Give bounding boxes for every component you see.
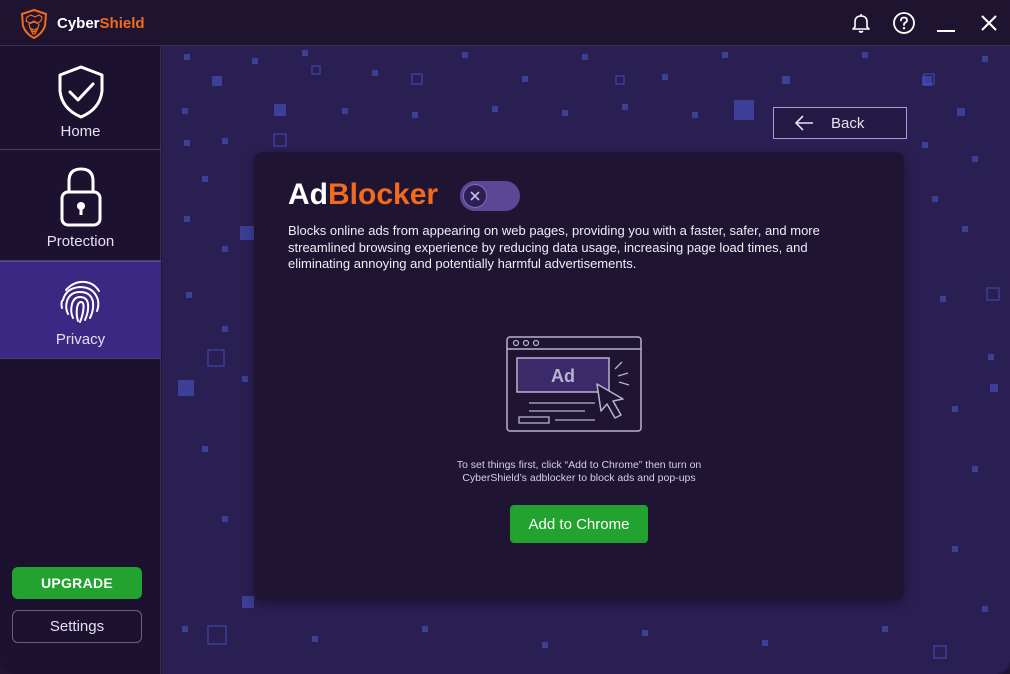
back-button-label: Back (831, 115, 865, 132)
shield-check-icon (58, 65, 103, 119)
adblocker-card: AdBlocker Blocks online ads from appeari… (254, 152, 904, 600)
help-icon[interactable] (892, 11, 916, 35)
setup-hint-line1: To set things first, click “Add to Chrom… (456, 459, 702, 471)
lock-icon (60, 167, 101, 227)
adblocker-toggle[interactable] (460, 181, 520, 211)
app-window: CyberShield Home Protection Privacy UPGR… (0, 0, 1010, 674)
card-title-part1: Ad (288, 178, 328, 211)
fingerprint-icon (60, 280, 100, 323)
ad-browser-illustration: Ad (506, 336, 642, 432)
sidebar-item-label: Privacy (55, 331, 106, 348)
sidebar-item-protection[interactable]: Protection (0, 150, 161, 261)
sidebar-item-label: Home (60, 123, 101, 140)
upgrade-button[interactable]: UPGRADE (12, 567, 142, 599)
card-description: Blocks online ads from appearing on web … (288, 223, 820, 271)
add-to-chrome-button[interactable]: Add to Chrome (510, 505, 648, 543)
sidebar-item-home[interactable]: Home (0, 46, 161, 150)
shield-logo-icon (20, 9, 48, 39)
back-button[interactable]: Back (773, 107, 907, 139)
card-title: AdBlocker (288, 178, 438, 212)
sidebar-item-label: Protection (46, 233, 115, 250)
main-content: Back AdBlocker Blocks online ads from ap… (162, 46, 1010, 674)
minimize-icon[interactable] (934, 11, 958, 35)
setup-hint-line2: CyberShield’s adblocker to block ads and… (462, 472, 696, 484)
card-title-part2: Blocker (328, 178, 439, 211)
brand-name-part2: Shield (99, 15, 145, 32)
illustration-ad-label: Ad (551, 366, 575, 386)
brand-name: CyberShield (57, 15, 145, 32)
setup-hint: To set things first, click “Add to Chrom… (414, 459, 744, 485)
brand-name-part1: Cyber (57, 15, 100, 32)
close-x-icon (470, 191, 480, 201)
close-icon[interactable] (977, 11, 1001, 35)
arrow-left-icon (794, 115, 813, 131)
bell-icon[interactable] (849, 11, 873, 35)
sidebar: Home Protection Privacy UPGRADE Settings (0, 46, 161, 674)
settings-button[interactable]: Settings (12, 610, 142, 643)
toggle-knob (463, 184, 487, 208)
title-bar: CyberShield (0, 0, 1010, 46)
sidebar-item-privacy[interactable]: Privacy (0, 261, 161, 359)
